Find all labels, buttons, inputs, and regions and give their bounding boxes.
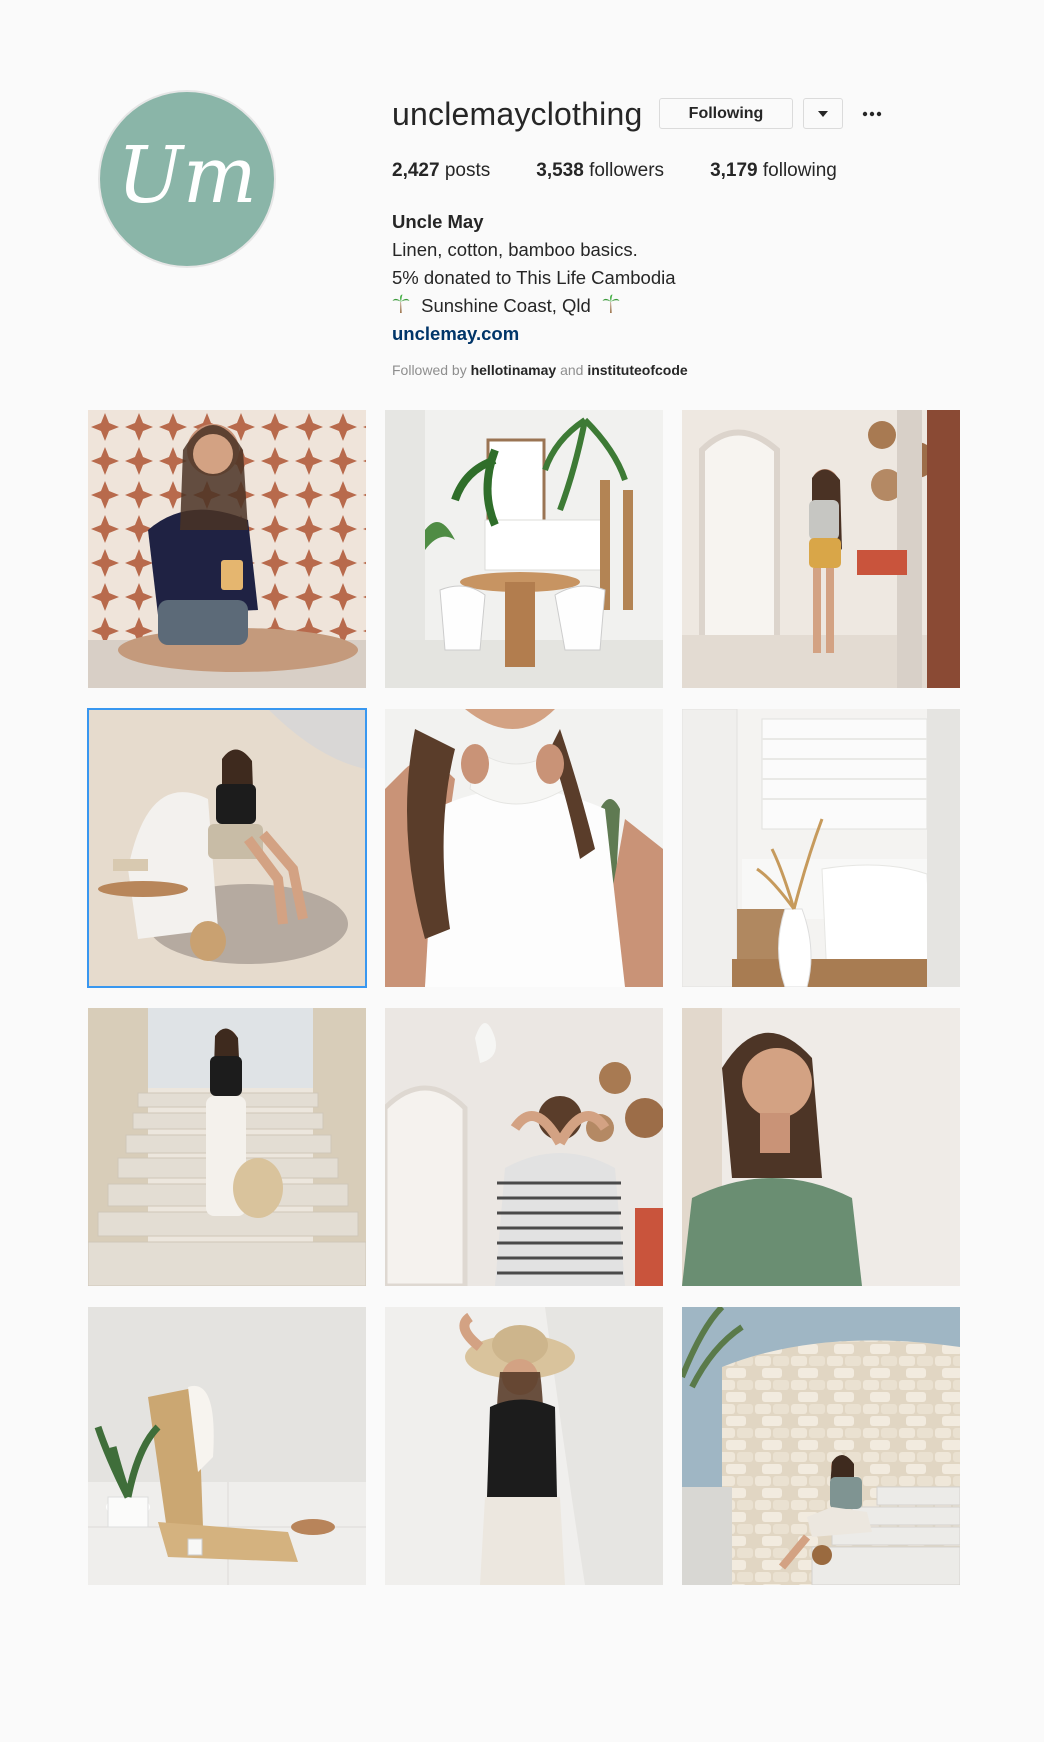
followed-by-prefix: Followed by bbox=[392, 362, 467, 378]
avatar-logo-text: Um bbox=[117, 131, 257, 221]
posts-count: 2,427 bbox=[392, 160, 440, 181]
post-image bbox=[88, 1307, 366, 1585]
avatar-logo: Um bbox=[117, 131, 257, 221]
post-thumbnail[interactable] bbox=[682, 709, 960, 987]
more-dots-icon bbox=[862, 111, 882, 116]
post-image bbox=[88, 709, 366, 987]
followed-by-user-2[interactable]: instituteofcode bbox=[587, 362, 687, 378]
posts-grid bbox=[87, 410, 960, 1585]
profile-bio: Uncle May Linen, cotton, bamboo basics. … bbox=[392, 208, 676, 348]
posts-label: posts bbox=[444, 160, 491, 181]
suggestions-dropdown-button[interactable] bbox=[803, 98, 843, 129]
following-stat[interactable]: 3,179 following bbox=[710, 160, 837, 182]
profile-stats: 2,427 posts 3,538 followers 3,179 follow… bbox=[392, 160, 883, 182]
post-thumbnail[interactable] bbox=[385, 410, 663, 688]
profile-page: Um unclemayclothing Following 2,427 post… bbox=[0, 0, 1044, 1742]
palm-tree-icon bbox=[602, 294, 620, 313]
chevron-down-icon bbox=[818, 110, 828, 117]
post-thumbnail[interactable] bbox=[682, 1307, 960, 1585]
followers-count: 3,538 bbox=[536, 160, 584, 181]
bio-line-1: Linen, cotton, bamboo basics. bbox=[392, 239, 638, 260]
more-options-button[interactable] bbox=[858, 98, 886, 129]
followed-by-conjunction: and bbox=[560, 362, 584, 378]
following-button[interactable]: Following bbox=[659, 98, 793, 129]
followed-by-user-1[interactable]: hellotinamay bbox=[471, 362, 557, 378]
post-thumbnail-selected[interactable] bbox=[87, 708, 367, 988]
post-image bbox=[385, 1008, 663, 1286]
post-image bbox=[682, 410, 960, 688]
post-thumbnail[interactable] bbox=[88, 410, 366, 688]
following-label: following bbox=[762, 160, 837, 181]
post-image bbox=[385, 709, 663, 987]
followed-by: Followed by hellotinamay and instituteof… bbox=[392, 362, 688, 378]
followers-stat[interactable]: 3,538 followers bbox=[536, 160, 664, 182]
palm-tree-icon bbox=[392, 294, 410, 313]
bio-line-2: 5% donated to This Life Cambodia bbox=[392, 267, 676, 288]
followers-label: followers bbox=[589, 160, 665, 181]
posts-stat: 2,427 posts bbox=[392, 160, 490, 182]
post-thumbnail[interactable] bbox=[88, 1008, 366, 1286]
post-image bbox=[88, 1008, 366, 1286]
post-thumbnail[interactable] bbox=[385, 1307, 663, 1585]
post-image bbox=[385, 1307, 663, 1585]
post-thumbnail[interactable] bbox=[385, 1008, 663, 1286]
post-image bbox=[385, 410, 663, 688]
bio-line-3: Sunshine Coast, Qld bbox=[392, 292, 676, 320]
profile-username: unclemayclothing bbox=[392, 96, 643, 132]
post-thumbnail[interactable] bbox=[682, 410, 960, 688]
profile-display-name: Uncle May bbox=[392, 211, 484, 232]
following-count: 3,179 bbox=[710, 160, 758, 181]
post-thumbnail[interactable] bbox=[385, 709, 663, 987]
bio-location: Sunshine Coast, Qld bbox=[421, 295, 591, 316]
post-thumbnail[interactable] bbox=[682, 1008, 960, 1286]
profile-website-link[interactable]: unclemay.com bbox=[392, 320, 676, 348]
avatar[interactable]: Um bbox=[100, 92, 274, 266]
post-thumbnail[interactable] bbox=[88, 1307, 366, 1585]
post-image bbox=[88, 410, 366, 688]
post-image bbox=[682, 1008, 960, 1286]
post-image bbox=[682, 1307, 960, 1585]
post-image bbox=[682, 709, 960, 987]
